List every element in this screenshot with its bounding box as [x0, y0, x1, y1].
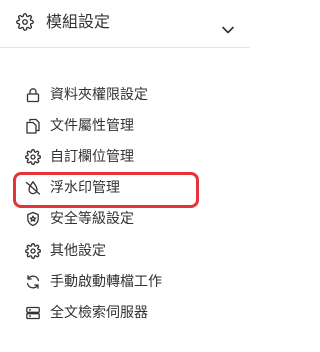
- copy-document-icon: [25, 118, 41, 134]
- menu-item-document-properties[interactable]: 文件屬性管理: [0, 111, 250, 142]
- menu-item-watermark[interactable]: 浮水印管理: [0, 173, 250, 204]
- menu-item-label: 安全等級設定: [50, 211, 134, 227]
- shield-icon: [25, 211, 41, 227]
- menu-item-label: 資料夾權限設定: [50, 87, 148, 103]
- sync-icon: [25, 274, 41, 290]
- module-settings-title: 模組設定: [46, 12, 111, 31]
- gear-icon: [16, 13, 34, 31]
- menu-item-label: 全文檢索伺服器: [50, 305, 148, 321]
- lock-icon: [25, 87, 41, 103]
- menu-item-manual-conversion[interactable]: 手動啟動轉檔工作: [0, 267, 250, 298]
- menu-item-label: 文件屬性管理: [50, 118, 134, 134]
- menu-item-label: 浮水印管理: [50, 180, 120, 196]
- settings-menu: 資料夾權限設定 文件屬性管理 自訂欄位管理 浮水印管理 安全等級設定 其他設定 …: [0, 48, 250, 352]
- server-icon: [25, 305, 41, 321]
- watermark-icon: [25, 180, 41, 196]
- chevron-down-icon[interactable]: [222, 19, 234, 34]
- module-settings-header[interactable]: 模組設定: [0, 0, 250, 48]
- menu-item-custom-fields[interactable]: 自訂欄位管理: [0, 142, 250, 173]
- menu-item-folder-permissions[interactable]: 資料夾權限設定: [0, 80, 250, 111]
- menu-item-label: 自訂欄位管理: [50, 149, 134, 165]
- menu-item-label: 其他設定: [50, 243, 106, 259]
- menu-item-other-settings[interactable]: 其他設定: [0, 236, 250, 267]
- menu-item-security-level[interactable]: 安全等級設定: [0, 204, 250, 235]
- menu-item-full-text-search-server[interactable]: 全文檢索伺服器: [0, 298, 250, 329]
- gear-icon: [25, 243, 41, 259]
- menu-item-label: 手動啟動轉檔工作: [50, 274, 162, 290]
- gear-icon: [25, 149, 41, 165]
